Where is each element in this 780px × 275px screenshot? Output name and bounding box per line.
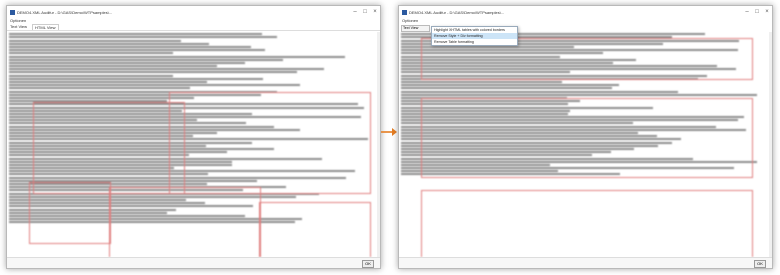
tab-html-view[interactable]: HTML View [32, 24, 59, 30]
minimize-icon[interactable]: – [350, 9, 360, 15]
tab-text-view[interactable]: Text View [10, 24, 27, 30]
html-content-blurred [401, 32, 770, 257]
table-border [259, 202, 371, 257]
text-line [9, 42, 209, 45]
scrollbar[interactable] [769, 32, 772, 257]
text-line [9, 52, 174, 55]
close-icon[interactable]: × [370, 9, 380, 15]
text-line [9, 81, 207, 83]
text-line [401, 81, 562, 83]
right-window: DEMO4.XML Audifur - D:\GAS\Demo\WTPsampl… [398, 5, 773, 269]
text-line [9, 87, 191, 90]
table-border [109, 187, 261, 257]
dropdown-item-remove-table[interactable]: Remove Table formatting [432, 39, 517, 45]
window-title: DEMO4.XML Audifur - D:\GAS\Demo\WTPsampl… [409, 9, 505, 15]
view-selector[interactable]: Text View [401, 25, 430, 32]
text-line [9, 68, 324, 71]
table-border [421, 98, 753, 178]
menu-options[interactable]: Optionen [10, 18, 26, 23]
app-icon [402, 9, 407, 15]
text-line [401, 87, 613, 90]
html-content-blurred [9, 32, 378, 257]
scrollbar[interactable] [377, 32, 380, 257]
text-line [9, 77, 264, 80]
arrow-icon [381, 128, 397, 136]
title-bar: DEMO4.XML Audifur - D:\GAS\Demo\WTPsampl… [399, 6, 772, 18]
maximize-icon[interactable]: □ [752, 9, 762, 15]
text-line [401, 93, 758, 96]
text-line [9, 65, 218, 68]
text-line [9, 36, 277, 39]
text-line [9, 55, 345, 58]
ok-button[interactable]: OK [754, 260, 766, 268]
text-line [9, 33, 262, 36]
app-icon [10, 9, 15, 15]
table-border [421, 190, 753, 257]
left-window: DEMO4.XML Audifur - D:\GAS\Demo\WTPsampl… [6, 5, 381, 269]
text-line [9, 49, 265, 52]
text-line [9, 71, 298, 74]
close-icon[interactable]: × [762, 9, 772, 15]
menu-options[interactable]: Optionen [402, 18, 418, 23]
options-dropdown: Highlight XHTML tables with colored bord… [431, 26, 518, 46]
table-border [29, 182, 111, 244]
text-line [9, 74, 173, 77]
text-line [9, 58, 283, 61]
menu-bar: Optionen [399, 18, 772, 24]
maximize-icon[interactable]: □ [360, 9, 370, 15]
table-border [33, 102, 185, 194]
text-line [9, 96, 195, 99]
title-bar: DEMO4.XML Audifur - D:\GAS\Demo\WTPsampl… [7, 6, 380, 18]
text-line [9, 61, 245, 64]
status-bar: OK [7, 257, 380, 268]
text-line [401, 90, 679, 93]
window-title: DEMO4.XML Audifur - D:\GAS\Demo\WTPsampl… [17, 9, 113, 15]
table-border [169, 92, 371, 194]
tab-bar: Text View HTML View [7, 24, 380, 31]
text-line [9, 45, 252, 48]
minimize-icon[interactable]: – [742, 9, 752, 15]
text-line [401, 84, 620, 87]
status-bar: OK [399, 257, 772, 268]
text-line [9, 84, 301, 87]
ok-button[interactable]: OK [362, 260, 374, 268]
text-line [9, 39, 182, 42]
